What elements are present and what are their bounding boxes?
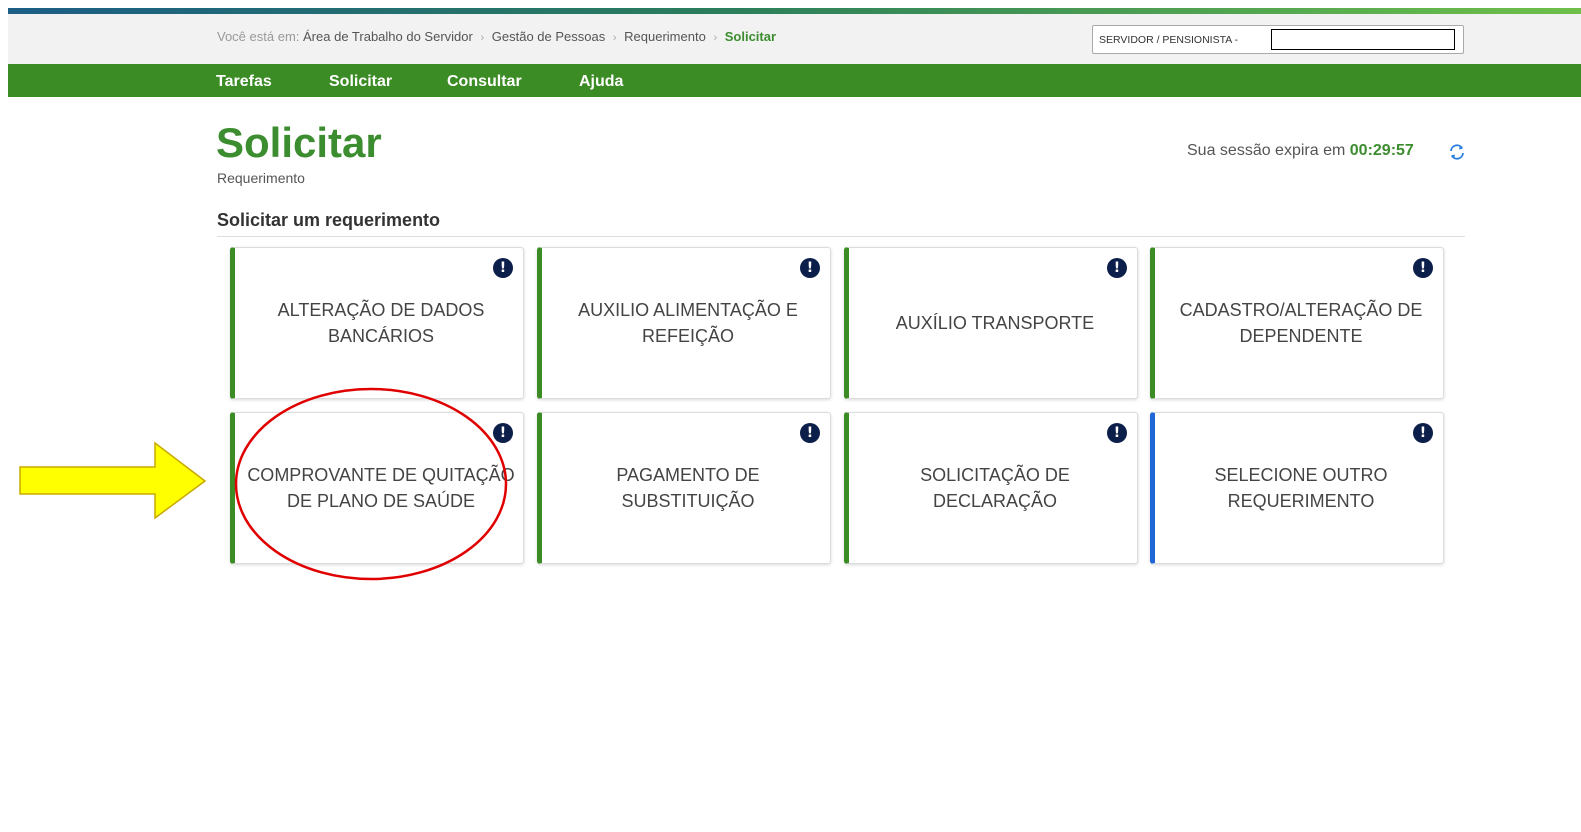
user-name-field[interactable] [1271, 29, 1455, 50]
user-profile-selector[interactable]: SERVIDOR / PENSIONISTA - [1092, 25, 1464, 54]
info-icon[interactable]: ! [1107, 423, 1127, 443]
card-cadastro-dependente[interactable]: CADASTRO/ALTERAÇÃO DE DEPENDENTE ! [1150, 247, 1444, 399]
card-selecione-outro[interactable]: SELECIONE OUTRO REQUERIMENTO ! [1150, 412, 1444, 564]
section-title: Solicitar um requerimento [217, 210, 441, 230]
card-label: AUXILIO ALIMENTAÇÃO E REFEIÇÃO [578, 300, 798, 346]
info-icon[interactable]: ! [1413, 258, 1433, 278]
breadcrumb-item-gestao-pessoas[interactable]: Gestão de Pessoas [492, 29, 605, 44]
info-icon[interactable]: ! [493, 423, 513, 443]
nav-item-consultar[interactable]: Consultar [447, 73, 522, 91]
user-profile-label: SERVIDOR / PENSIONISTA - [1099, 34, 1239, 46]
chevron-right-icon: › [612, 32, 617, 44]
info-icon[interactable]: ! [493, 258, 513, 278]
breadcrumb-item-area-trabalho[interactable]: Área de Trabalho do Servidor [303, 29, 473, 44]
chevron-right-icon: › [713, 32, 718, 44]
card-label: PAGAMENTO DE SUBSTITUIÇÃO [616, 465, 760, 511]
card-auxilio-transporte[interactable]: AUXÍLIO TRANSPORTE ! [844, 247, 1138, 399]
yellow-arrow-icon [19, 441, 207, 520]
nav-item-solicitar[interactable]: Solicitar [329, 73, 392, 91]
nav-item-ajuda[interactable]: Ajuda [579, 73, 623, 91]
info-icon[interactable]: ! [1107, 258, 1127, 278]
section-divider [217, 236, 1465, 237]
session-label: Sua sessão expira em [1187, 142, 1346, 159]
card-label: COMPROVANTE DE QUITAÇÃO DE PLANO DE SAÚD… [247, 465, 515, 511]
refresh-icon[interactable] [1447, 142, 1467, 162]
session-time: 00:29:57 [1349, 142, 1414, 159]
card-comprovante-plano-saude[interactable]: COMPROVANTE DE QUITAÇÃO DE PLANO DE SAÚD… [230, 412, 524, 564]
card-label: SELECIONE OUTRO REQUERIMENTO [1214, 465, 1388, 511]
page-title: Solicitar [216, 119, 382, 166]
breadcrumb-current: Solicitar [724, 29, 777, 44]
chevron-right-icon: › [480, 32, 485, 44]
card-label: AUXÍLIO TRANSPORTE [895, 313, 1095, 333]
breadcrumb-prefix: Você está em: [217, 29, 300, 44]
card-label: CADASTRO/ALTERAÇÃO DE DEPENDENTE [1179, 300, 1423, 346]
breadcrumb-item-requerimento[interactable]: Requerimento [624, 29, 706, 44]
card-alteracao-dados-bancarios[interactable]: ALTERAÇÃO DE DADOS BANCÁRIOS ! [230, 247, 524, 399]
info-icon[interactable]: ! [1413, 423, 1433, 443]
session-timer: Sua sessão expira em 00:29:57 [1187, 142, 1414, 160]
card-auxilio-alimentacao[interactable]: AUXILIO ALIMENTAÇÃO E REFEIÇÃO ! [537, 247, 831, 399]
info-icon[interactable]: ! [800, 258, 820, 278]
card-label: SOLICITAÇÃO DE DECLARAÇÃO [920, 465, 1070, 511]
page-subtitle: Requerimento [217, 170, 305, 186]
info-icon[interactable]: ! [800, 423, 820, 443]
card-pagamento-substituicao[interactable]: PAGAMENTO DE SUBSTITUIÇÃO ! [537, 412, 831, 564]
card-label: ALTERAÇÃO DE DADOS BANCÁRIOS [277, 300, 485, 346]
breadcrumb: Você está em: Área de Trabalho do Servid… [217, 29, 776, 44]
nav-item-tarefas[interactable]: Tarefas [216, 73, 272, 91]
card-solicitacao-declaracao[interactable]: SOLICITAÇÃO DE DECLARAÇÃO ! [844, 412, 1138, 564]
